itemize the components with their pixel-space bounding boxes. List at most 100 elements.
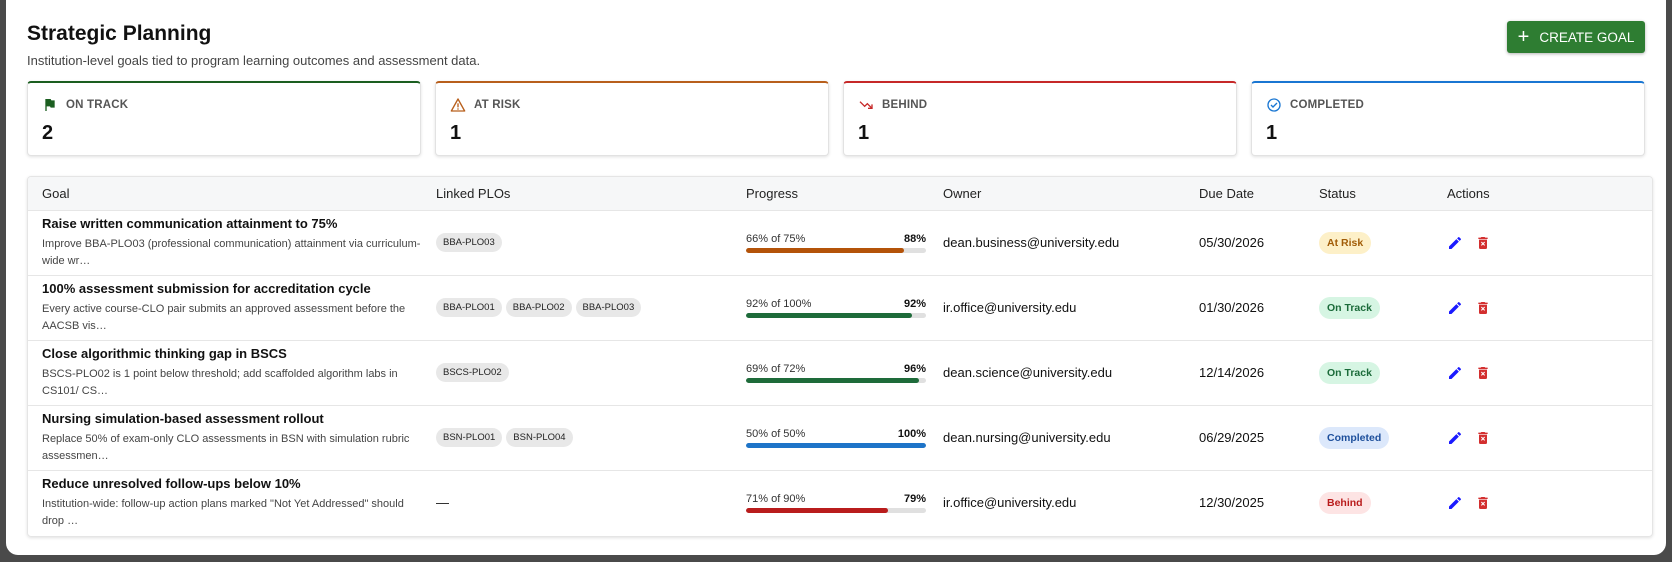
progress-percent: 92%: [903, 297, 926, 310]
delete-icon[interactable]: [1475, 235, 1491, 251]
goal-title[interactable]: Raise written communication attainment t…: [42, 216, 408, 231]
edit-icon[interactable]: [1447, 430, 1463, 446]
goal-title[interactable]: Reduce unresolved follow-ups below 10%: [42, 476, 408, 491]
page-subtitle: Institution-level goals tied to program …: [27, 53, 481, 68]
due-date: 01/30/2026: [1185, 275, 1305, 341]
delete-icon[interactable]: [1475, 300, 1491, 316]
table-row[interactable]: Nursing simulation-based assessment roll…: [28, 405, 1652, 471]
card-completed: COMPLETED 1: [1251, 81, 1645, 156]
page-header: Strategic Planning Institution-level goa…: [27, 22, 480, 68]
card-value: 2: [42, 122, 54, 144]
goal-description: Improve BBA-PLO03 (professional communic…: [42, 237, 421, 267]
table-row[interactable]: Reduce unresolved follow-ups below 10% I…: [28, 470, 1652, 535]
card-value: 1: [1266, 122, 1278, 144]
plo-chip: BSCS-PLO02: [436, 363, 509, 382]
progress-bar-fill: [746, 507, 889, 513]
plo-chip: BSN-PLO04: [506, 428, 573, 447]
col-due-date: Due Date: [1185, 177, 1305, 211]
no-plos: —: [436, 495, 449, 511]
status-badge: Behind: [1319, 491, 1371, 514]
progress-label: 69% of 72%: [746, 362, 806, 375]
owner-email: dean.business@university.edu: [929, 210, 1185, 276]
goal-description: Replace 50% of exam-only CLO assessments…: [42, 432, 410, 462]
goal-description: BSCS-PLO02 is 1 point below threshold; a…: [42, 367, 398, 397]
progress-bar-fill: [746, 312, 912, 318]
col-progress: Progress: [732, 177, 929, 211]
progress-bar-fill: [746, 247, 905, 253]
due-date: 05/30/2026: [1185, 210, 1305, 276]
card-on-track: ON TRACK 2: [27, 81, 421, 156]
progress-label: 92% of 100%: [746, 297, 812, 310]
table-header-row: Goal Linked PLOs Progress Owner Due Date…: [28, 177, 1652, 211]
linked-plos: BSCS-PLO02: [422, 340, 732, 406]
progress-bar: [746, 247, 926, 253]
plo-chip: BBA-PLO03: [575, 298, 642, 317]
progress-label: 66% of 75%: [746, 232, 806, 245]
linked-plos: BBA-PLO03: [422, 210, 732, 276]
col-linked-plos: Linked PLOs: [422, 177, 732, 211]
progress-percent: 100%: [897, 427, 926, 440]
page-title: Strategic Planning: [27, 22, 212, 45]
due-date: 12/30/2025: [1199, 495, 1265, 511]
card-behind: BEHIND 1: [843, 81, 1237, 156]
edit-icon[interactable]: [1447, 235, 1463, 251]
table-row[interactable]: Raise written communication attainment t…: [28, 210, 1652, 276]
warning-icon: [450, 98, 466, 112]
card-label: COMPLETED: [1290, 99, 1364, 111]
card-label: AT RISK: [474, 99, 521, 111]
edit-icon[interactable]: [1447, 495, 1463, 511]
status-badge: Completed: [1319, 426, 1390, 449]
status-badge: On Track: [1319, 296, 1380, 319]
delete-icon[interactable]: [1475, 430, 1491, 446]
edit-icon[interactable]: [1447, 300, 1463, 316]
plo-chip: BSN-PLO01: [436, 428, 503, 447]
create-goal-button[interactable]: + CREATE GOAL: [1507, 21, 1645, 53]
linked-plos: —: [422, 470, 732, 535]
create-goal-label: CREATE GOAL: [1539, 29, 1635, 45]
progress-bar-fill: [746, 377, 919, 383]
owner-email: dean.nursing@university.edu: [929, 405, 1185, 471]
col-owner: Owner: [929, 177, 1185, 211]
progress-percent: 88%: [903, 232, 926, 245]
progress-bar: [746, 442, 926, 448]
card-value: 1: [450, 122, 462, 144]
delete-icon[interactable]: [1475, 365, 1491, 381]
progress-percent: 79%: [903, 492, 926, 505]
linked-plos: BBA-PLO01 BBA-PLO02 BBA-PLO03: [422, 275, 732, 341]
goal-description: Every active course-CLO pair submits an …: [42, 302, 406, 332]
col-status: Status: [1305, 177, 1433, 211]
trending-down-icon: [859, 101, 873, 109]
owner-email: dean.science@university.edu: [929, 340, 1185, 406]
due-date: 12/14/2026: [1185, 340, 1305, 406]
linked-plos: BSN-PLO01 BSN-PLO04: [422, 405, 732, 471]
table-row[interactable]: Close algorithmic thinking gap in BSCS B…: [28, 340, 1652, 406]
goal-description: Institution-wide: follow-up action plans…: [42, 497, 404, 527]
progress-label: 71% of 90%: [746, 492, 806, 505]
progress-bar-fill: [746, 442, 926, 448]
card-label: ON TRACK: [66, 99, 129, 111]
goal-title[interactable]: Nursing simulation-based assessment roll…: [42, 411, 408, 426]
summary-cards: ON TRACK 2 AT RISK 1 BEHIND 1 COMPLETED …: [27, 81, 1645, 156]
due-date: 06/29/2025: [1185, 405, 1305, 471]
goal-title[interactable]: 100% assessment submission for accredita…: [42, 281, 408, 296]
goals-table: Goal Linked PLOs Progress Owner Due Date…: [27, 176, 1653, 537]
plo-chip: BBA-PLO02: [505, 298, 572, 317]
owner-email: ir.office@university.edu: [943, 495, 1077, 511]
table-row[interactable]: 100% assessment submission for accredita…: [28, 275, 1652, 341]
edit-icon[interactable]: [1447, 365, 1463, 381]
col-actions: Actions: [1433, 177, 1652, 211]
plus-icon: +: [1517, 26, 1530, 48]
card-at-risk: AT RISK 1: [435, 81, 829, 156]
strategic-planning-panel: Strategic Planning Institution-level goa…: [6, 0, 1666, 555]
card-label: BEHIND: [882, 99, 928, 111]
progress-bar: [746, 377, 926, 383]
flag-icon: [45, 99, 55, 111]
col-goal: Goal: [28, 177, 422, 211]
card-value: 1: [858, 122, 870, 144]
progress-label: 50% of 50%: [746, 427, 806, 440]
delete-icon[interactable]: [1475, 495, 1491, 511]
goal-title[interactable]: Close algorithmic thinking gap in BSCS: [42, 346, 408, 361]
owner-email: ir.office@university.edu: [929, 275, 1185, 341]
status-badge: At Risk: [1319, 231, 1372, 254]
plo-chip: BBA-PLO01: [436, 298, 502, 317]
